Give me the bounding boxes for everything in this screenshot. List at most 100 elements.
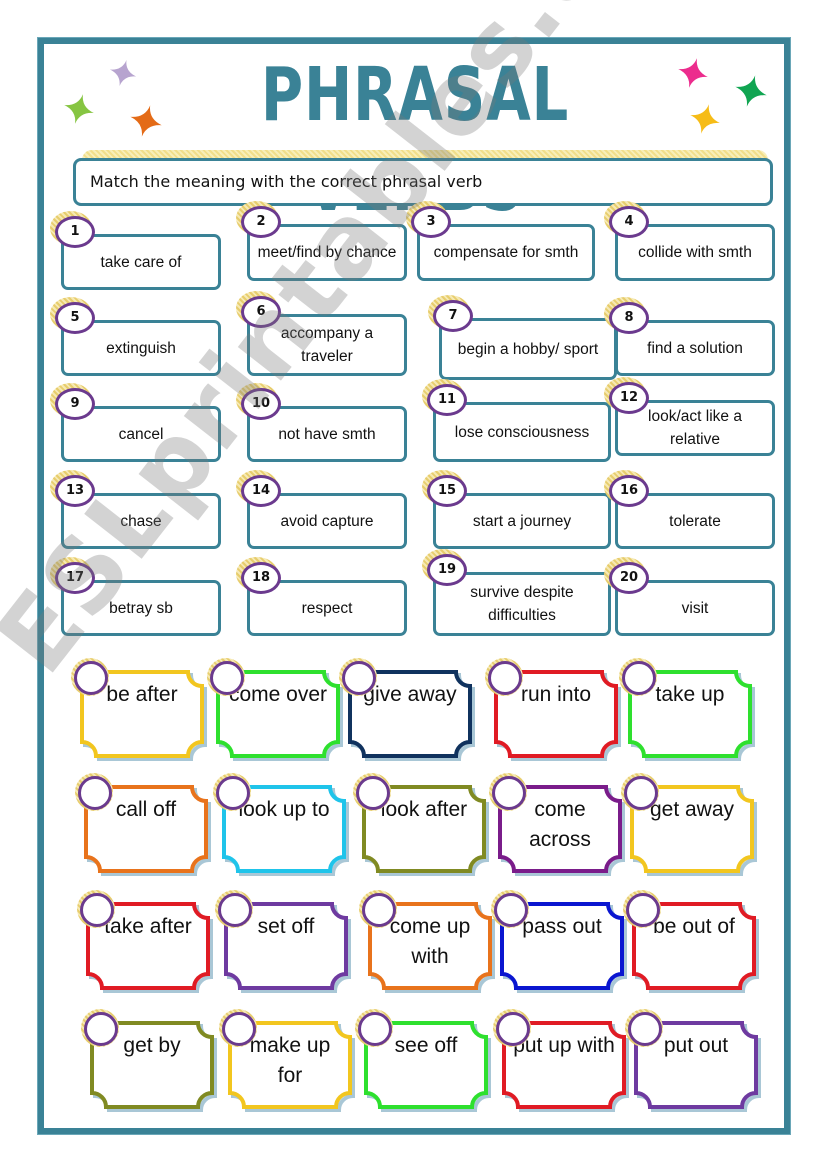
phrasal-verb-text: make up for [249, 1034, 331, 1087]
number-badge: 16 [604, 470, 655, 511]
number-label: 11 [427, 384, 467, 416]
number-label: 7 [433, 300, 473, 332]
answer-circle[interactable] [622, 661, 656, 695]
meaning-text: betray sb [109, 599, 173, 617]
meaning-text: take care of [100, 253, 182, 271]
answer-circle[interactable] [626, 893, 660, 927]
phrasal-verb-card: be out of [623, 890, 759, 993]
answer-circle[interactable] [210, 661, 244, 695]
meaning-text: lose consciousness [454, 423, 590, 441]
number-badge: 17 [50, 557, 101, 598]
phrasal-verb-card: come across [489, 773, 625, 876]
number-badge: 10 [236, 383, 287, 424]
number-badge: 9 [50, 383, 101, 424]
number-badge: 12 [604, 377, 655, 418]
meaning-text: tolerate [669, 512, 721, 530]
number-badge: 1 [50, 211, 101, 252]
number-label: 10 [241, 388, 281, 420]
number-badge: 6 [236, 291, 287, 332]
number-label: 4 [609, 206, 649, 238]
number-label: 1 [55, 216, 95, 248]
answer-circle[interactable] [488, 661, 522, 695]
answer-circle[interactable] [628, 1012, 662, 1046]
phrasal-verb-card: take after [77, 890, 213, 993]
answer-circle[interactable] [342, 661, 376, 695]
phrasal-verb-text: come up with [389, 915, 471, 968]
number-badge: 3 [406, 201, 457, 242]
meaning-text: respect [301, 599, 353, 617]
phrasal-verb-card: be after [71, 658, 207, 761]
answer-circle[interactable] [74, 661, 108, 695]
meaning-text: extinguish [106, 339, 176, 357]
phrasal-verb-card: get away [621, 773, 757, 876]
number-label: 20 [609, 562, 649, 594]
answer-circle[interactable] [358, 1012, 392, 1046]
number-badge: 14 [236, 470, 287, 511]
number-label: 15 [427, 475, 467, 507]
number-label: 16 [609, 475, 649, 507]
star-pink-icon [676, 56, 710, 90]
number-badge: 15 [422, 470, 473, 511]
phrasal-verb-card: see off [355, 1009, 491, 1112]
answer-circle[interactable] [624, 776, 658, 810]
number-label: 9 [55, 388, 95, 420]
star-emerald-icon [733, 73, 769, 109]
instruction-box: Match the meaning with the correct phras… [73, 158, 773, 206]
number-label: 12 [609, 382, 649, 414]
number-badge: 19 [422, 549, 473, 590]
phrasal-verb-card: pass out [491, 890, 627, 993]
phrasal-verb-card: make up for [219, 1009, 355, 1112]
phrasal-verb-card: put up with [493, 1009, 629, 1112]
answer-circle[interactable] [496, 1012, 530, 1046]
answer-circle[interactable] [216, 776, 250, 810]
number-label: 8 [609, 302, 649, 334]
phrasal-verb-card: run into [485, 658, 621, 761]
meaning-text: begin a hobby/ sport [457, 340, 599, 358]
number-label: 2 [241, 206, 281, 238]
number-badge: 11 [422, 379, 473, 420]
meaning-text: collide with smth [638, 244, 752, 261]
meaning-text: compensate for smth [433, 244, 579, 261]
answer-circle[interactable] [492, 776, 526, 810]
meaning-text: start a journey [472, 512, 572, 530]
answer-circle[interactable] [356, 776, 390, 810]
phrasal-verb-card: come over [207, 658, 343, 761]
number-badge: 20 [604, 557, 655, 598]
answer-circle[interactable] [78, 776, 112, 810]
number-label: 13 [55, 475, 95, 507]
number-label: 19 [427, 554, 467, 586]
number-badge: 18 [236, 557, 287, 598]
meaning-text: find a solution [647, 339, 743, 357]
star-orange-icon [128, 103, 164, 139]
star-yellow-icon [688, 102, 722, 136]
number-badge: 7 [428, 295, 479, 336]
meaning-text: chase [120, 512, 162, 530]
phrasal-verb-card: call off [75, 773, 211, 876]
number-badge: 4 [604, 201, 655, 242]
answer-circle[interactable] [494, 893, 528, 927]
phrasal-verb-card: set off [215, 890, 351, 993]
number-badge: 2 [236, 201, 287, 242]
meaning-text: meet/find by chance [257, 244, 397, 261]
meaning-text: visit [681, 599, 709, 617]
meaning-text: avoid capture [280, 512, 374, 530]
meaning-text: not have smth [278, 425, 376, 443]
answer-circle[interactable] [80, 893, 114, 927]
number-label: 18 [241, 562, 281, 594]
answer-circle[interactable] [362, 893, 396, 927]
page-title: PHRASAL VERBS [260, 52, 570, 228]
answer-circle[interactable] [84, 1012, 118, 1046]
phrasal-verb-text: come across [529, 798, 591, 851]
number-label: 17 [55, 562, 95, 594]
number-badge: 13 [50, 470, 101, 511]
phrasal-verb-card: give away [339, 658, 475, 761]
phrasal-verb-card: come up with [359, 890, 495, 993]
phrasal-verb-card: look up to [213, 773, 349, 876]
number-label: 6 [241, 296, 281, 328]
phrasal-verb-card: get by [81, 1009, 217, 1112]
number-label: 3 [411, 206, 451, 238]
answer-circle[interactable] [222, 1012, 256, 1046]
number-badge: 8 [604, 297, 655, 338]
number-label: 14 [241, 475, 281, 507]
answer-circle[interactable] [218, 893, 252, 927]
